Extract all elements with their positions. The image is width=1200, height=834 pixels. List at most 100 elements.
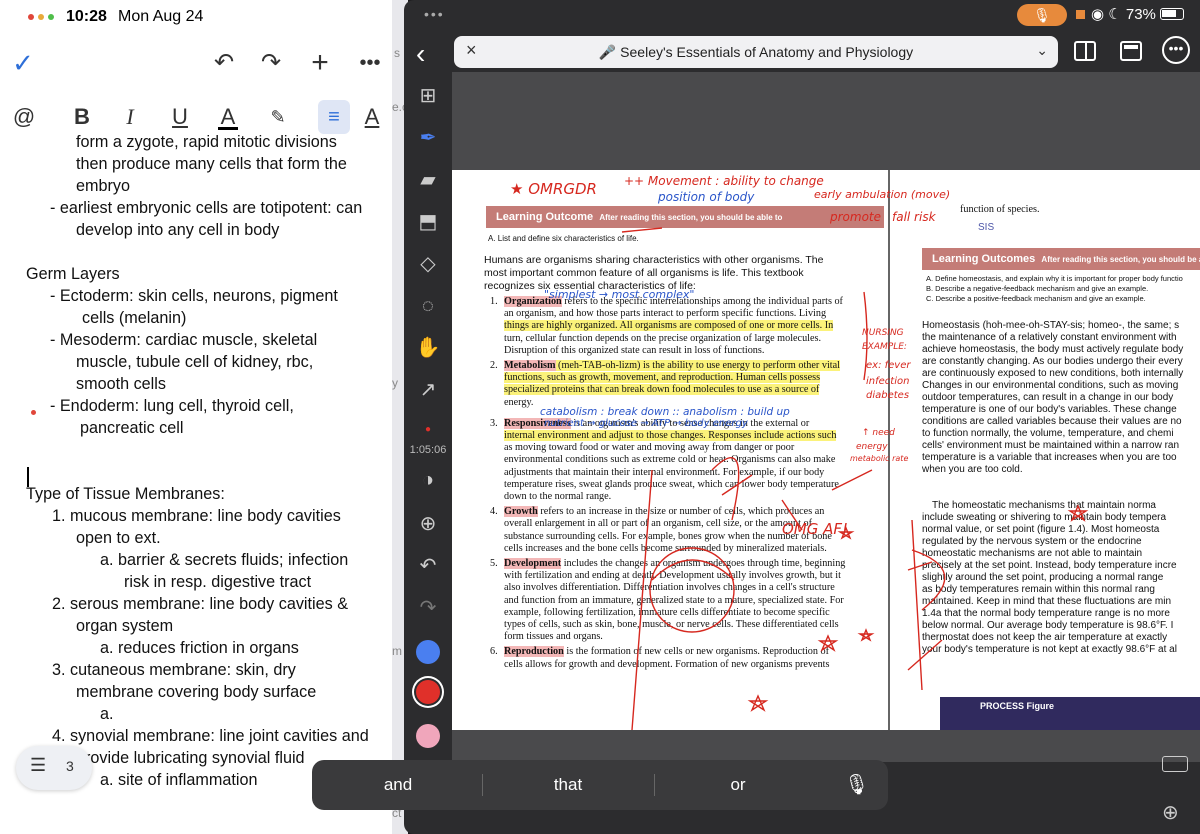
dictation-mic-icon[interactable]: 🎙 [844, 772, 869, 797]
done-check-icon[interactable]: ✓ [8, 48, 38, 78]
tape-icon[interactable]: ◇ [414, 250, 442, 278]
battery-icon [1159, 8, 1184, 20]
annotation-toolbar: ⊞ ✒ ▰ ⬒ ◇ ◌ ✋ ↗ ● 1:05:06 ◑ ⊕ ↶ ↷ [404, 74, 452, 834]
ink-example: EXAMPLE: [862, 342, 907, 352]
notes-toolbar: ✓ ↶ ↷ + ••• [0, 48, 392, 82]
split-view-icon[interactable] [1074, 41, 1096, 61]
list-text: types of cells, such as skin, bone, musc… [504, 619, 839, 630]
status-date: Mon Aug 24 [118, 8, 204, 25]
color-swatch-red[interactable] [416, 680, 440, 704]
note-line: a. reduces friction in organs [100, 639, 299, 657]
list-term: Growth [504, 506, 538, 518]
highlighter-icon[interactable]: ▰ [414, 166, 442, 194]
list-text: cells allows for growth and development.… [504, 658, 830, 670]
list-line: also involves differentiation. Different… [504, 582, 835, 594]
list-text: turn, cellular function depends on the p… [504, 332, 822, 344]
list-text: energy. [504, 396, 534, 408]
list-line: down to the normal range. [504, 491, 611, 503]
list-line: an organism, and how those parts interac… [504, 308, 826, 320]
back-chevron-icon[interactable]: ‹ [416, 38, 425, 70]
italic-button[interactable]: I [114, 100, 146, 134]
window-controls[interactable] [28, 14, 54, 20]
highlight-icon[interactable]: ✎ [262, 100, 294, 134]
list-line: turn, cellular function depends on the p… [504, 333, 821, 345]
pen-icon[interactable]: ✒ [414, 124, 442, 152]
pdf-viewport[interactable]: Learning Outcome After reading this sect… [452, 72, 1200, 762]
ink-movement: ++ Movement : ability to change [624, 174, 824, 188]
text-style-button[interactable]: A [356, 100, 388, 134]
paragraph-line: precisely at the set point. Instead, bod… [922, 560, 1177, 571]
note-line: muscle, tubule cell of kidney, rbc, [76, 353, 314, 371]
lo-item: B. Describe a negative-feedback mechanis… [926, 284, 1149, 293]
eraser-icon[interactable]: ⬒ [414, 208, 442, 236]
shape-icon[interactable]: ◑ [414, 466, 442, 494]
list-text: (meh-TAB-oh-lizm) is the ability to use … [555, 360, 840, 371]
list-text: is an organism's ability to sense change… [570, 417, 810, 429]
list-line: substance surrounding cells. For example… [504, 531, 832, 543]
bold-button[interactable]: B [66, 100, 98, 134]
document-title-bar[interactable]: × 🎤 Seeley's Essentials of Anatomy and P… [454, 36, 1058, 68]
list-line: 6. Reproduction is the formation of new c… [490, 646, 829, 658]
format-toolbar: @ B I U A ✎ ≡ A [0, 100, 392, 134]
text-color-button[interactable]: A [212, 100, 244, 134]
ink-omrgdr: ★ OMRGDR [510, 180, 597, 198]
color-swatch-pink[interactable] [416, 724, 440, 748]
more-icon[interactable]: ••• [355, 48, 385, 78]
recording-timer: 1:05:06 [409, 444, 447, 456]
page-count: 3 [66, 758, 74, 774]
undo-icon[interactable]: ↶ [414, 552, 442, 580]
zoom-in-icon[interactable]: ⊕ [1162, 800, 1179, 825]
fullscreen-icon[interactable] [1120, 41, 1142, 61]
list-line: overall enlargement in all or part of an… [504, 518, 812, 530]
paragraph-line: outdoor temperatures, can result in a ch… [922, 392, 1174, 403]
paragraph-line: cells' environment must be maintained wi… [922, 440, 1180, 451]
process-figure-banner: PROCESS Figure [940, 697, 1200, 730]
chevron-down-icon[interactable]: ⌄ [1036, 42, 1048, 59]
note-line: membrane covering body surface [76, 683, 317, 701]
document-title: 🎤 Seeley's Essentials of Anatomy and Phy… [598, 44, 914, 60]
keyboard-icon[interactable] [1162, 756, 1188, 772]
add-page-icon[interactable]: ⊕ [414, 510, 442, 538]
more-options-icon[interactable]: ••• [1162, 36, 1190, 64]
window-handle[interactable]: ••• [424, 6, 445, 22]
suggestion-and[interactable]: and [348, 775, 448, 795]
suggestion-or[interactable]: or [688, 775, 788, 795]
recording-dot [31, 410, 36, 415]
paragraph-line: regulated by the nervous system or the e… [922, 536, 1142, 547]
paragraph-line: when you are too cold. [922, 464, 1023, 475]
paragraph-line: homeostatic mechanisms are not able to m… [922, 548, 1143, 559]
thumbnails-icon[interactable]: ⊞ [414, 82, 442, 110]
list-text: functions, such as growth, movement, and… [504, 372, 821, 384]
laser-pointer-icon[interactable]: ↗ [414, 376, 442, 404]
right-section-fragment: SIS [978, 222, 995, 233]
list-line: 2. Metabolism (meh-TAB-oh-lizm) is the ab… [490, 360, 840, 372]
undo-icon[interactable]: ↶ [209, 48, 239, 78]
add-icon[interactable]: + [305, 48, 335, 78]
note-line: 4. synovial membrane: line joint cavitie… [52, 727, 369, 745]
paragraph-line: below normal. Our average body temperatu… [922, 620, 1174, 631]
strip-fragment: y [392, 376, 398, 390]
align-left-icon[interactable]: ≡ [318, 100, 350, 134]
lo-title: Learning Outcomes [932, 253, 1036, 265]
note-line: 1. mucous membrane: line body cavities [52, 507, 341, 525]
list-line: energy. [504, 397, 533, 409]
lo-item: C. Describe a positive-feedback mechanis… [926, 294, 1146, 303]
text-cursor [27, 467, 29, 487]
hand-icon[interactable]: ✋ [414, 334, 442, 362]
list-line: specialized proteins that can break down… [504, 384, 820, 396]
mention-icon[interactable]: @ [8, 100, 40, 134]
page-count-pill[interactable]: ☰ 3 [16, 746, 92, 790]
list-line: and function from an immature, generaliz… [504, 595, 844, 607]
lo-item: A. List and define six characteristics o… [488, 234, 639, 243]
lasso-icon[interactable]: ◌ [414, 292, 442, 320]
strip-fragment: m [392, 644, 402, 658]
redo-icon[interactable]: ↷ [256, 48, 286, 78]
pdf-page-spread: Learning Outcome After reading this sect… [452, 170, 1200, 730]
paragraph-line: are constantly changing. As our bodies u… [922, 356, 1183, 367]
underline-button[interactable]: U [164, 100, 196, 134]
color-swatch-blue[interactable] [416, 640, 440, 664]
list-text: down to the normal range. [504, 491, 612, 502]
list-line: form tissues and organs. [504, 631, 603, 643]
suggestion-that[interactable]: that [518, 775, 618, 795]
redo-icon[interactable]: ↷ [414, 594, 442, 622]
